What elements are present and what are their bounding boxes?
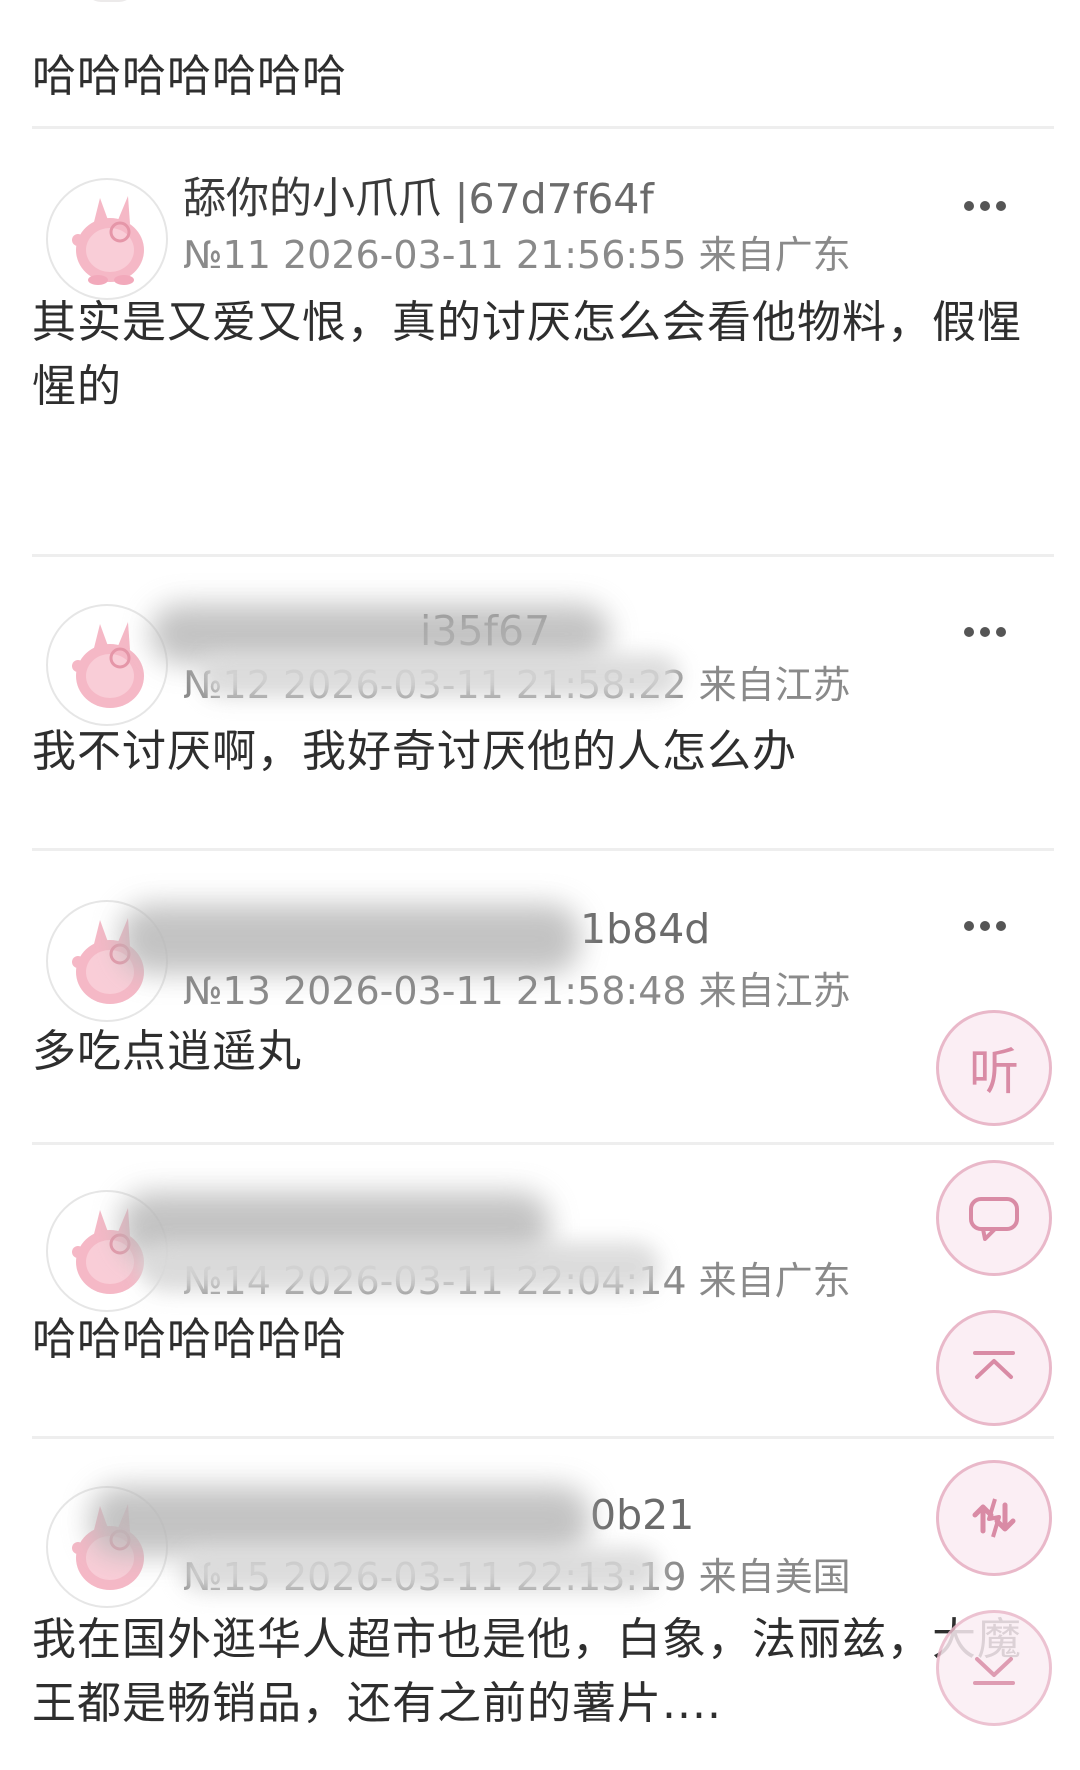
post-location: 来自广东 <box>698 1259 851 1303</box>
avatar[interactable] <box>46 178 168 300</box>
floor-number: №11 <box>183 233 271 277</box>
arrow-to-top-icon <box>973 1351 1015 1379</box>
listen-label: 听 <box>969 1043 1019 1101</box>
scroll-to-top-button[interactable] <box>936 1310 1052 1426</box>
username[interactable]: 舔你的小爪爪 <box>183 174 441 224</box>
more-options-icon[interactable] <box>964 622 1020 642</box>
more-options-icon[interactable] <box>964 196 1020 216</box>
divider <box>32 1436 1054 1439</box>
post-location: 来自江苏 <box>698 969 851 1013</box>
comment-content: 哈哈哈哈哈哈哈 <box>32 1314 347 1365</box>
more-options-icon[interactable] <box>964 916 1020 936</box>
post-location: 来自美国 <box>698 1555 851 1599</box>
redaction-blur <box>200 654 680 698</box>
refresh-button[interactable] <box>936 1460 1052 1576</box>
previous-avatar-edge <box>85 0 135 2</box>
post-location: 来自江苏 <box>698 663 851 707</box>
listen-button[interactable]: 听 <box>936 1010 1052 1126</box>
comment-content: 其实是又爱又恨，真的讨厌怎么会看他物料，假惺惺的 <box>32 297 1022 412</box>
username-row[interactable]: 舔你的小爪爪 |67d7f64f <box>183 164 654 226</box>
post-meta: №13 2026-03-11 21:58:48 来自江苏 <box>183 960 851 1015</box>
redaction-blur <box>180 1548 660 1592</box>
post-meta: №11 2026-03-11 21:56:55 来自广东 <box>183 224 851 279</box>
clefairy-avatar-icon <box>72 622 144 708</box>
divider <box>32 554 1054 557</box>
floor-number: №13 <box>183 969 271 1013</box>
avatar[interactable] <box>46 604 168 726</box>
refresh-swap-icon <box>972 1498 1016 1538</box>
comment-button[interactable] <box>936 1160 1052 1276</box>
user-hash: 0b21 <box>590 1491 695 1539</box>
divider <box>32 126 1054 129</box>
divider <box>32 848 1054 851</box>
comment-content: 我在国外逛华人超市也是他，白象，法丽兹，大魔王都是畅销品，还有之前的薯片.... <box>32 1614 1022 1729</box>
comment-content: 哈哈哈哈哈哈哈 <box>32 51 347 102</box>
redaction-blur <box>140 1242 660 1292</box>
post-time: 2026-03-11 21:58:48 <box>282 969 687 1013</box>
clefairy-avatar-icon <box>72 196 144 285</box>
speech-bubble-icon <box>969 1197 1019 1241</box>
scroll-to-bottom-button[interactable] <box>936 1610 1052 1726</box>
arrow-to-bottom-icon <box>973 1657 1015 1685</box>
user-hash: 1b84d <box>580 905 711 953</box>
comment-content: 我不讨厌啊，我好奇讨厌他的人怎么办 <box>32 726 797 777</box>
post-time: 2026-03-11 21:56:55 <box>282 233 687 277</box>
username-row[interactable]: 0b21 <box>590 1490 694 1540</box>
comment-content: 多吃点逍遥丸 <box>32 1026 302 1077</box>
divider <box>32 1142 1054 1145</box>
user-hash: |67d7f64f <box>454 175 654 223</box>
post-location: 来自广东 <box>698 233 851 277</box>
username-row[interactable]: 1b84d <box>580 904 710 954</box>
